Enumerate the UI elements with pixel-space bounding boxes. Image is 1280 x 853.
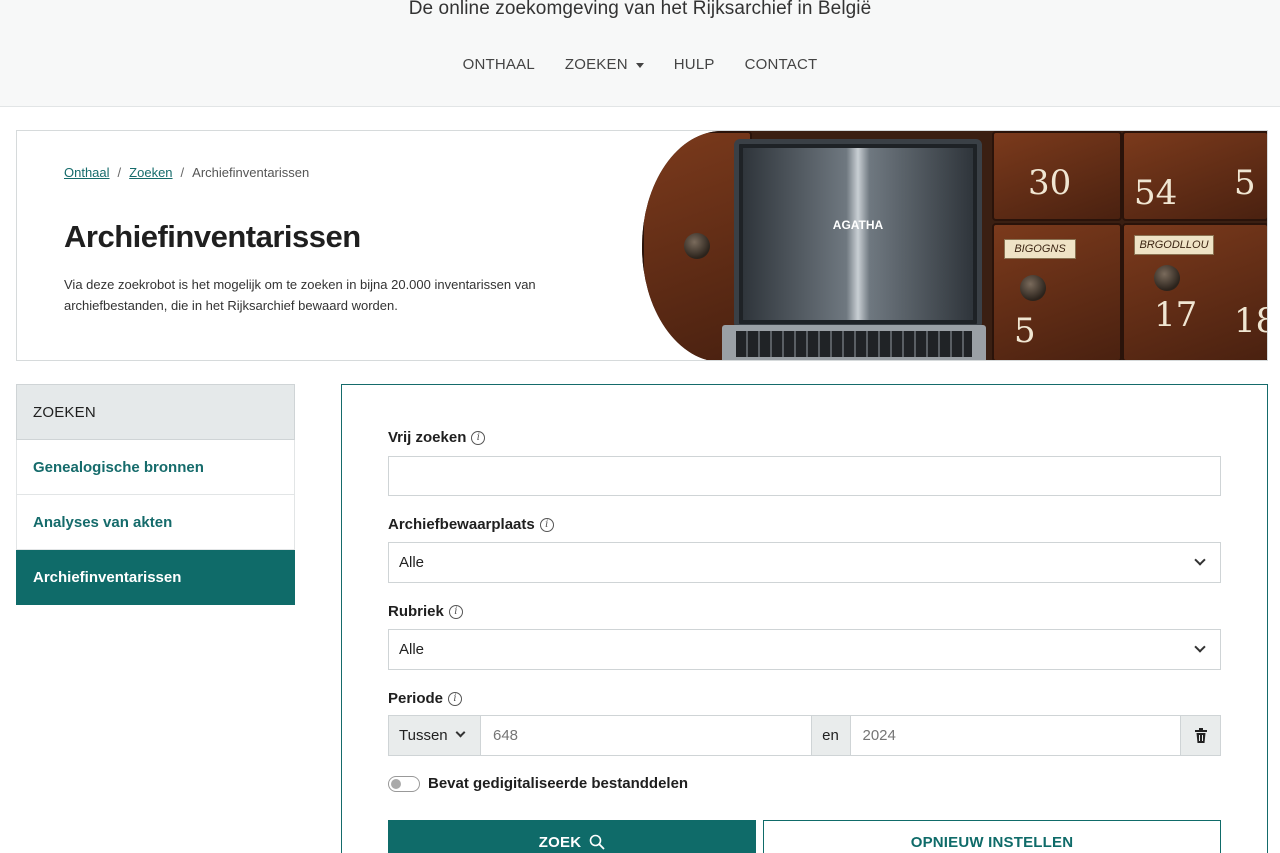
periode-mode-value: Tussen [399, 727, 448, 744]
periode-from-input[interactable] [481, 716, 811, 755]
keyboard-keys [736, 331, 972, 357]
archiefbewaarplaats-label: Archiefbewaarplaats i [388, 516, 554, 533]
drawer-number: 30 [1028, 163, 1072, 203]
sidebar-item-archiefinventarissen[interactable]: Archiefinventarissen [16, 550, 295, 605]
periode-label-text: Periode [388, 690, 444, 707]
chevron-down-icon [635, 63, 644, 68]
nav-zoeken[interactable]: ZOEKEN [550, 55, 659, 75]
page-description: Via deze zoekrobot is het mogelijk om te… [64, 277, 536, 313]
breadcrumb-zoeken[interactable]: Zoeken [129, 165, 172, 180]
reset-button[interactable]: OPNIEUW INSTELLEN [763, 820, 1221, 853]
digitized-toggle-label: Bevat gedigitaliseerde bestanddelen [428, 775, 689, 792]
periode-mode-select[interactable]: Tussen [389, 716, 481, 755]
drawer-number: 5 [1234, 163, 1256, 203]
digitized-toggle[interactable] [388, 775, 420, 792]
drawer-knob [684, 233, 710, 259]
breadcrumb-separator: / [180, 165, 185, 180]
rubriek-select[interactable]: Alle [388, 629, 1221, 670]
periode-label: Periode i [388, 690, 463, 707]
vrij-zoeken-label-text: Vrij zoeken [388, 429, 467, 446]
drawer-number: 17 [1154, 295, 1198, 335]
info-icon[interactable]: i [539, 517, 554, 532]
sidebar-item-analyses-van-akten[interactable]: Analyses van akten [16, 495, 295, 550]
nav-hulp[interactable]: HULP [659, 55, 730, 75]
info-icon[interactable]: i [448, 691, 463, 706]
drawer: BRGODLLOU 17 18 [1122, 223, 1267, 360]
info-icon[interactable]: i [471, 430, 486, 445]
nav-contact[interactable]: CONTACT [730, 55, 833, 75]
sidebar: ZOEKEN Genealogische bronnen Analyses va… [16, 384, 295, 605]
nav-onthaal[interactable]: ONTHAAL [448, 55, 550, 75]
drawer-knob [1020, 275, 1046, 301]
periode-to-input[interactable] [850, 716, 1180, 755]
archiefbewaarplaats-select[interactable]: Alle [388, 542, 1221, 583]
rubriek-value: Alle [399, 641, 425, 658]
hero-banner: Onthaal / Zoeken / Archiefinventarissen … [16, 130, 1268, 361]
drawer-label: BIGOGNS [1004, 239, 1076, 259]
sidebar-header: ZOEKEN [16, 384, 295, 440]
nav-zoeken-label: ZOEKEN [564, 56, 628, 73]
vrij-zoeken-input[interactable] [388, 456, 1221, 496]
laptop-screen-text: AGATHA [832, 218, 884, 232]
site-tagline: De online zoekomgeving van het Rijksarch… [408, 0, 872, 19]
sidebar-item-genealogische-bronnen[interactable]: Genealogische bronnen [16, 440, 295, 495]
drawer: 54 5 [1122, 131, 1267, 221]
page-title: Archiefinventarissen [64, 219, 361, 254]
drawer-number: 5 [1014, 311, 1036, 351]
breadcrumb-current: Archiefinventarissen [192, 165, 310, 180]
digitized-toggle-row: Bevat gedigitaliseerde bestanddelen [388, 775, 688, 792]
drawer-number: 18 [1234, 301, 1267, 341]
laptop-keyboard [722, 325, 986, 360]
breadcrumb: Onthaal / Zoeken / Archiefinventarissen [64, 165, 309, 180]
chevron-down-icon [455, 727, 466, 738]
drawer: BIGOGNS 5 [992, 223, 1122, 360]
trash-icon [1194, 727, 1207, 743]
search-button[interactable]: ZOEK [388, 820, 756, 853]
chevron-down-icon [1194, 641, 1206, 653]
info-icon[interactable]: i [448, 604, 463, 619]
search-button-label: ZOEK [538, 833, 582, 851]
drawer: 30 [992, 131, 1122, 221]
rubriek-label: Rubriek i [388, 603, 463, 620]
chevron-down-icon [1194, 554, 1206, 566]
periode-row: Tussen en [388, 715, 1221, 756]
drawer-number: 54 [1134, 173, 1178, 213]
clear-period-button[interactable] [1180, 716, 1220, 755]
search-form: Vrij zoeken i Archiefbewaarplaats i Alle… [341, 384, 1268, 853]
laptop-screen: AGATHA [743, 148, 973, 320]
search-icon [589, 834, 605, 850]
drawer-label: BRGODLLOU [1134, 235, 1214, 255]
hero-image: 30 54 5 BIGOGNS 5 BRGODLLOU 17 18 AGATHA [642, 131, 1267, 360]
site-header: De online zoekomgeving van het Rijksarch… [0, 0, 1280, 107]
archiefbewaarplaats-value: Alle [399, 554, 425, 571]
rubriek-label-text: Rubriek [388, 603, 444, 620]
drawer-knob [1154, 265, 1180, 291]
vrij-zoeken-label: Vrij zoeken i [388, 429, 486, 446]
periode-connector: en [810, 716, 851, 755]
main-nav: ONTHAAL ZOEKEN HULP CONTACT [0, 55, 1280, 75]
laptop: AGATHA [734, 139, 982, 329]
breadcrumb-onthaal[interactable]: Onthaal [64, 165, 110, 180]
breadcrumb-separator: / [117, 165, 122, 180]
archiefbewaarplaats-label-text: Archiefbewaarplaats [388, 516, 535, 533]
